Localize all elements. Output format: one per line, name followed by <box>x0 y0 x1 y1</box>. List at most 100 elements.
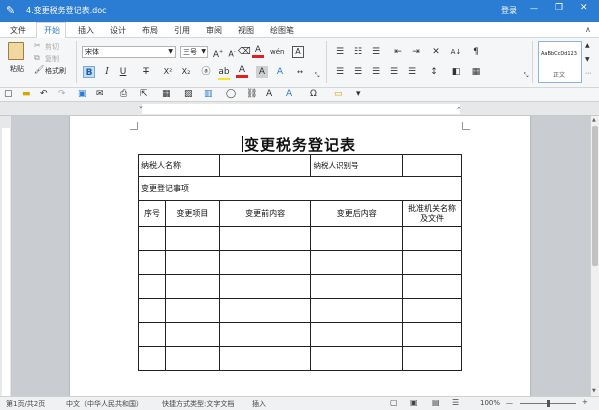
document-page[interactable]: 变更税务登记表 纳税人名称 纳税人识别号 变更登记事项 序号 变更项目 变更前内… <box>70 116 530 396</box>
symbol-icon[interactable]: Ω <box>310 89 317 100</box>
table-cell[interactable] <box>138 274 166 299</box>
web-layout-icon[interactable]: ▤ <box>432 398 440 407</box>
minimize-button[interactable]: — <box>530 4 538 13</box>
open-folder-icon[interactable]: ▬ <box>22 89 31 100</box>
table-cell[interactable] <box>164 322 220 347</box>
table-cell[interactable] <box>310 274 404 299</box>
decrease-indent-icon[interactable]: ⇤ <box>392 46 404 58</box>
outline-icon[interactable]: ☰ <box>452 398 459 407</box>
read-mode-icon[interactable]: ▢ <box>390 398 398 407</box>
tab-file[interactable]: 文件 <box>10 25 26 36</box>
table-cell[interactable] <box>164 298 220 323</box>
font-color-a-icon[interactable]: A <box>236 64 248 78</box>
table-cell[interactable] <box>138 322 166 347</box>
table-cell[interactable] <box>138 346 166 371</box>
table-cell[interactable] <box>402 226 462 251</box>
underline-icon[interactable]: U <box>117 66 129 78</box>
paragraph-dialog-icon[interactable]: ⤡ <box>520 70 532 82</box>
table-cell[interactable] <box>164 250 220 275</box>
table-cell[interactable] <box>218 346 312 371</box>
highlight-icon[interactable]: ab <box>218 66 230 78</box>
style-more-icon[interactable]: ⋯ <box>585 70 591 77</box>
table-cell[interactable] <box>218 298 312 323</box>
shape-icon[interactable]: ◯ <box>226 89 236 100</box>
table-cell[interactable] <box>310 322 404 347</box>
scroll-thumb[interactable] <box>592 126 598 266</box>
align-center-icon[interactable]: ☰ <box>352 66 364 78</box>
tab-review[interactable]: 审阅 <box>206 25 222 36</box>
char-spacing-icon[interactable]: ↔ <box>294 66 306 78</box>
char-shading-icon[interactable]: A <box>256 66 268 78</box>
redo-icon[interactable]: ↷ <box>58 89 66 100</box>
table-cell[interactable] <box>402 250 462 275</box>
copy-icon[interactable]: ⧉ <box>34 53 40 63</box>
grow-font-icon[interactable]: A+ <box>212 46 224 60</box>
taxpayer-name-field[interactable] <box>218 154 312 177</box>
tab-references[interactable]: 引用 <box>174 25 190 36</box>
wordart-icon[interactable]: A <box>286 89 292 100</box>
table-cell[interactable] <box>218 226 312 251</box>
login-link[interactable]: 登录 <box>501 5 517 16</box>
paste-icon[interactable] <box>8 42 24 60</box>
language-indicator[interactable]: 中文（中华人民共和国） <box>66 399 143 409</box>
table-cell[interactable] <box>310 226 404 251</box>
table-cell[interactable] <box>138 250 166 275</box>
close-button[interactable]: ✕ <box>580 3 588 13</box>
document-workspace[interactable]: 变更税务登记表 纳税人名称 纳税人识别号 变更登记事项 序号 变更项目 变更前内… <box>12 116 590 396</box>
table-cell[interactable] <box>218 274 312 299</box>
distribute-icon[interactable]: ☰ <box>406 66 418 78</box>
table-cell[interactable] <box>402 346 462 371</box>
chart-icon[interactable]: ▥ <box>204 89 213 100</box>
table-cell[interactable] <box>310 346 404 371</box>
tab-layout[interactable]: 布局 <box>142 25 158 36</box>
borders-icon[interactable]: ▦ <box>470 66 482 78</box>
table-cell[interactable] <box>310 298 404 323</box>
zoom-slider-thumb[interactable] <box>547 400 550 407</box>
select-cursor-icon[interactable]: ⇱ <box>140 89 148 100</box>
table-cell[interactable] <box>310 250 404 275</box>
font-name-select[interactable]: 宋体 ▼ <box>82 46 176 58</box>
font-dialog-icon[interactable]: ⤡ <box>311 70 323 82</box>
subscript-icon[interactable]: X₂ <box>180 66 192 78</box>
new-doc-icon[interactable]: ▢ <box>4 89 13 100</box>
vertical-scrollbar[interactable]: ▲ ▼ <box>590 116 599 396</box>
scroll-down-icon[interactable]: ▼ <box>592 388 596 394</box>
align-left-icon[interactable]: ☰ <box>334 66 346 78</box>
table-cell[interactable] <box>218 250 312 275</box>
tab-insert[interactable]: 插入 <box>78 25 94 36</box>
align-right-icon[interactable]: ☰ <box>370 66 382 78</box>
tab-design[interactable]: 设计 <box>110 25 126 36</box>
char-border-icon[interactable]: A <box>292 46 304 58</box>
copy-label[interactable]: 复制 <box>45 54 59 64</box>
table-cell[interactable] <box>402 274 462 299</box>
strikethrough-icon[interactable]: T <box>140 66 152 78</box>
tab-home[interactable]: 开始 <box>44 25 60 36</box>
font-color-icon[interactable]: A <box>252 44 264 58</box>
right-indent-marker-icon[interactable]: ⌃ <box>456 106 462 114</box>
table-cell[interactable] <box>164 274 220 299</box>
table-cell[interactable] <box>164 346 220 371</box>
table-cell[interactable] <box>402 322 462 347</box>
justify-icon[interactable]: ☰ <box>388 66 400 78</box>
tab-draw[interactable]: 绘图笔 <box>270 25 294 36</box>
chinese-layout-icon[interactable]: ✕ <box>430 46 442 58</box>
indent-marker-icon[interactable]: ⌄ <box>138 102 144 110</box>
effects-icon[interactable]: A <box>274 66 286 78</box>
print-icon[interactable]: ⎙ <box>120 89 127 100</box>
increase-indent-icon[interactable]: ⇥ <box>410 46 422 58</box>
undo-icon[interactable]: ↶ <box>40 89 48 100</box>
tab-view[interactable]: 视图 <box>238 25 254 36</box>
taxpayer-id-field[interactable] <box>402 154 462 177</box>
shading-icon[interactable]: ◧ <box>450 66 462 78</box>
numbering-icon[interactable]: ☷ <box>352 46 364 58</box>
zoom-level-label[interactable]: 100% <box>480 399 500 407</box>
bold-icon[interactable]: B <box>83 66 95 78</box>
clear-format-icon[interactable]: ⌫ <box>238 46 251 58</box>
page-indicator[interactable]: 第1页/共2页 <box>6 399 45 409</box>
style-scroll-down-icon[interactable]: ▼ <box>585 56 590 63</box>
table-icon[interactable]: ▦ <box>162 89 171 100</box>
italic-icon[interactable]: I <box>101 66 113 78</box>
sort-icon[interactable]: A↓ <box>450 46 462 58</box>
encircle-icon[interactable]: ⓐ <box>200 66 212 78</box>
table-cell[interactable] <box>218 322 312 347</box>
